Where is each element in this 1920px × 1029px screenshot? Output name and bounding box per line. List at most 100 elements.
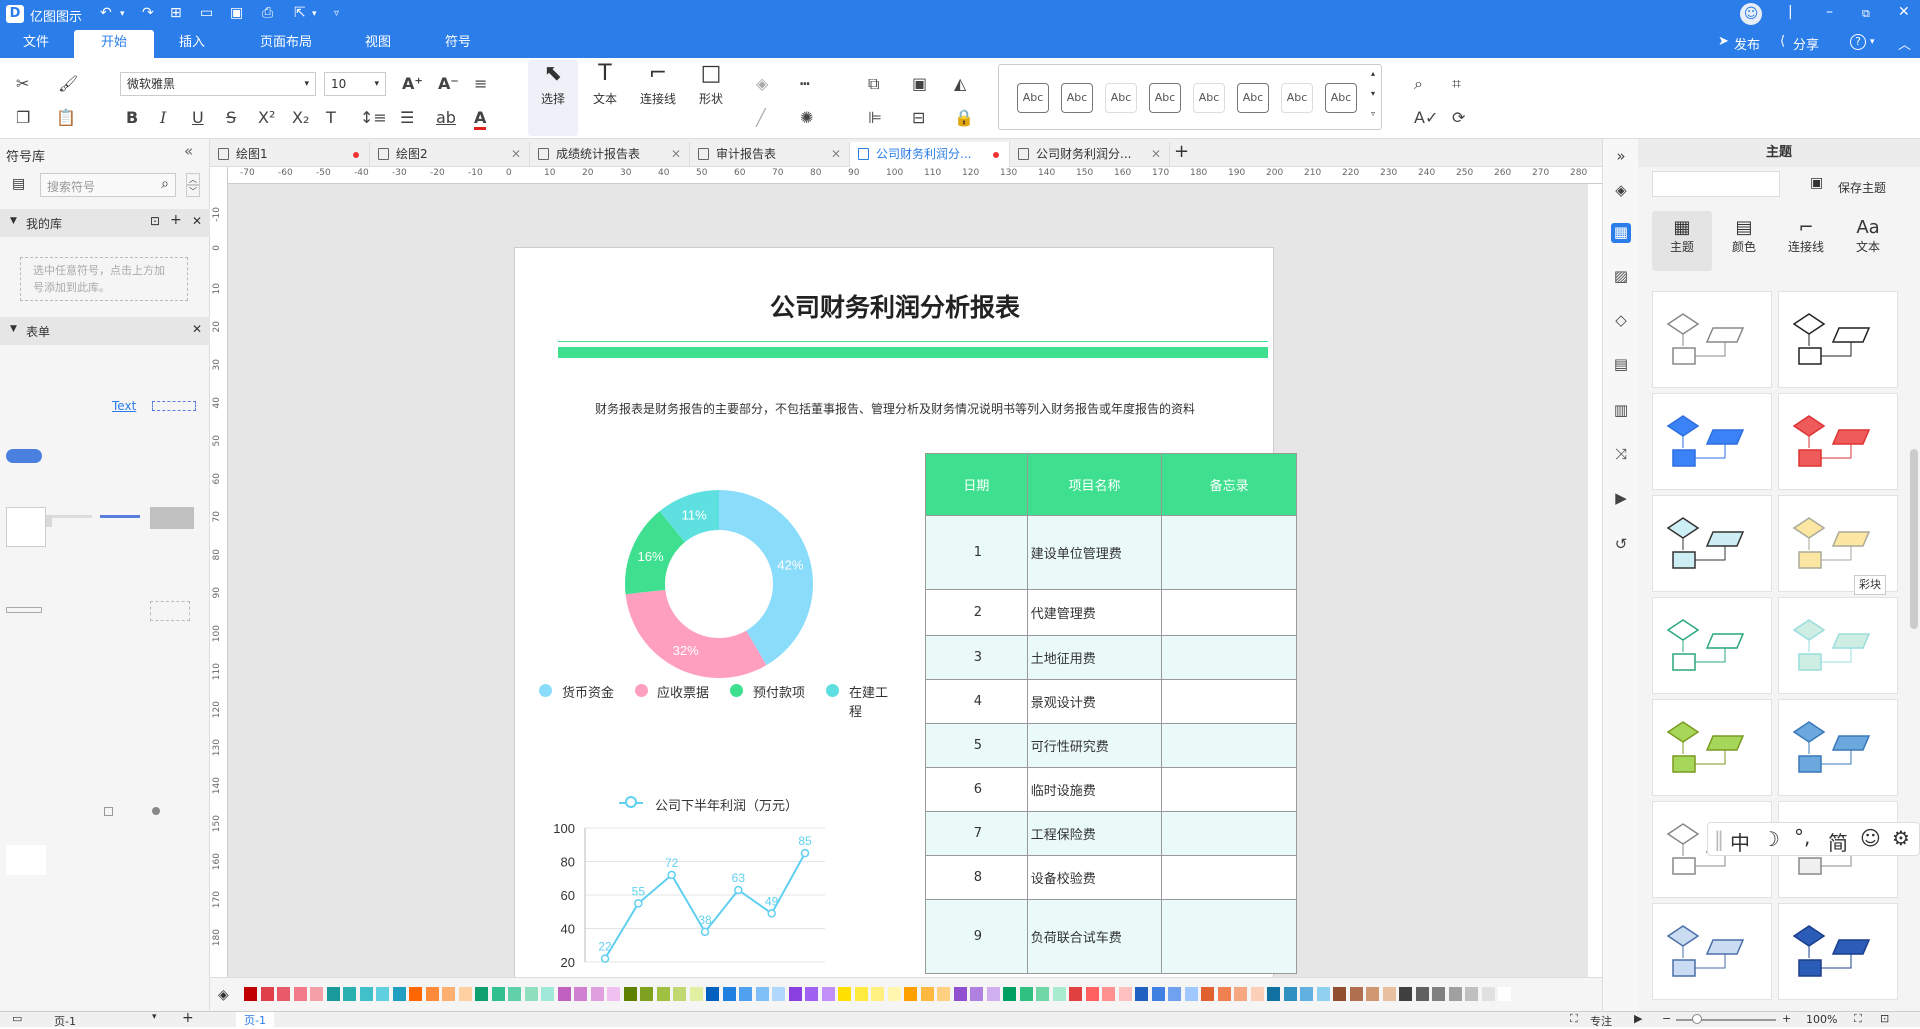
print-icon[interactable]: ⎙ — [262, 5, 273, 21]
strikethrough-icon[interactable]: S — [226, 108, 236, 127]
page-tab[interactable]: 页-1 — [236, 1012, 274, 1028]
palette-swatch[interactable] — [310, 987, 323, 1001]
table-row[interactable]: 3 土地征用费 — [925, 635, 1297, 680]
palette-swatch[interactable] — [706, 987, 719, 1001]
palette-swatch[interactable] — [376, 987, 389, 1001]
table-cell[interactable] — [1161, 899, 1297, 974]
palette-swatch[interactable] — [359, 987, 373, 1001]
palette-swatch[interactable] — [772, 987, 785, 1001]
palette-swatch[interactable] — [409, 987, 422, 1001]
palette-swatch[interactable] — [1052, 987, 1066, 1001]
tab-view[interactable]: 视图 — [350, 30, 406, 58]
table-cell[interactable]: 代建管理费 — [1026, 589, 1163, 636]
gallery-up-icon[interactable]: ▴ — [1371, 69, 1375, 78]
table-cell[interactable]: 2 — [925, 589, 1028, 636]
theme-scrollbar[interactable] — [1910, 449, 1918, 629]
drawing-canvas[interactable]: 公司财务利润分析报表 财务报表是财务报告的主要部分，不包括董事报告、管理分析及财… — [228, 184, 1588, 977]
save-icon[interactable]: ▣ — [1810, 175, 1823, 191]
shape-tool-button[interactable]: □ 形状 — [686, 60, 736, 107]
zoom-level[interactable]: 100% — [1806, 1013, 1837, 1026]
image-icon[interactable]: ▨ — [1611, 267, 1631, 287]
connector-tool-button[interactable]: ⌐ 连接线 — [630, 60, 686, 107]
table-cell[interactable]: 临时设施费 — [1026, 767, 1163, 812]
line-spacing-icon[interactable]: ↕≡ — [360, 108, 387, 127]
palette-swatch[interactable] — [1201, 987, 1214, 1001]
document-title[interactable]: 公司财务利润分析报表 — [515, 288, 1275, 324]
table-row[interactable]: 4 景观设计费 — [925, 679, 1297, 724]
fill-icon[interactable]: ◈ — [756, 74, 768, 93]
customize-icon[interactable]: ▿ — [334, 8, 339, 19]
palette-swatch[interactable] — [1498, 987, 1511, 1001]
table-cell[interactable]: 负荷联合试车费 — [1026, 899, 1163, 974]
open-folder-icon[interactable]: ▭ — [200, 5, 213, 21]
publish-button[interactable]: 发布 — [1734, 34, 1760, 53]
moon-icon[interactable]: ☽ — [1762, 827, 1780, 851]
minimize-icon[interactable]: – — [1826, 4, 1833, 20]
fill-bucket-icon[interactable]: ◈ — [1611, 181, 1631, 201]
table-cell[interactable] — [1161, 855, 1297, 900]
document-page[interactable]: 公司财务利润分析报表 财务报表是财务报告的主要部分，不包括董事报告、管理分析及财… — [514, 247, 1297, 977]
new-file-icon[interactable]: ⊞ — [170, 5, 182, 21]
table-cell[interactable]: 土地征用费 — [1026, 635, 1163, 680]
logo-symbol-icon[interactable] — [6, 449, 42, 463]
decrease-font-icon[interactable]: A⁻ — [438, 74, 459, 93]
distribute-icon[interactable]: ⊟ — [912, 108, 925, 127]
palette-swatch[interactable] — [1300, 987, 1313, 1001]
presentation-icon[interactable]: ▶ — [1611, 489, 1631, 509]
redo-icon[interactable]: ↷ — [142, 5, 154, 21]
zoom-in-icon[interactable]: + — [1782, 1012, 1791, 1025]
import-icon[interactable]: ⊡ — [150, 214, 160, 228]
radio-symbol-icon[interactable] — [152, 807, 160, 815]
palette-swatch[interactable] — [524, 987, 538, 1001]
palette-swatch[interactable] — [887, 987, 901, 1001]
palette-swatch[interactable] — [854, 987, 868, 1001]
fill-icon[interactable]: ◈ — [218, 987, 229, 1003]
gallery-more-icon[interactable]: ▿ — [1371, 109, 1375, 118]
chevron-down-icon[interactable]: ▾ — [152, 1012, 157, 1022]
palette-swatch[interactable] — [293, 987, 307, 1001]
line-color-icon[interactable]: ╱ — [756, 108, 766, 127]
zoom-slider[interactable] — [1676, 1019, 1776, 1021]
palette-swatch[interactable] — [1102, 987, 1115, 1001]
theme-thumbnail[interactable] — [1652, 495, 1772, 592]
library-menu-icon[interactable]: ▤ — [12, 176, 25, 192]
italic-icon[interactable]: I — [160, 108, 166, 127]
theme-tab-color[interactable]: ▤ 颜色 — [1714, 211, 1774, 271]
palette-swatch[interactable] — [953, 987, 967, 1001]
palette-swatch[interactable] — [1003, 987, 1016, 1001]
settings-icon[interactable]: ⚙ — [1892, 826, 1910, 850]
spellcheck-icon[interactable]: A✓ — [1414, 108, 1438, 127]
doc-tab[interactable]: 绘图1 — [210, 142, 370, 167]
palette-swatch[interactable] — [1085, 987, 1099, 1001]
help-button[interactable]: ? — [1850, 34, 1866, 50]
table-row[interactable]: 2 代建管理费 — [925, 589, 1297, 636]
palette-swatch[interactable] — [1151, 987, 1165, 1001]
palette-swatch[interactable] — [1118, 987, 1132, 1001]
palette-swatch[interactable] — [458, 987, 472, 1001]
palette-swatch[interactable] — [1399, 987, 1412, 1001]
palette-swatch[interactable] — [1184, 987, 1198, 1001]
undo-icon[interactable]: ↶ — [100, 5, 112, 21]
palette-swatch[interactable] — [343, 987, 356, 1001]
palette-swatch[interactable] — [392, 987, 406, 1001]
palette-swatch[interactable] — [1333, 987, 1346, 1001]
palette-swatch[interactable] — [805, 987, 818, 1001]
palette-swatch[interactable] — [904, 987, 917, 1001]
palette-swatch[interactable] — [1135, 987, 1148, 1001]
palette-swatch[interactable] — [1366, 987, 1379, 1001]
donut-chart[interactable]: 42% 32% 16% 11% — [619, 484, 819, 684]
table-cell[interactable]: 建设单位管理费 — [1026, 515, 1163, 590]
close-icon[interactable]: ✕ — [511, 142, 521, 166]
symbol-thumbnail[interactable] — [150, 601, 190, 621]
format-painter-icon[interactable]: 🖌 — [58, 74, 78, 93]
fit-icon[interactable]: ⛶ — [1570, 1012, 1578, 1026]
palette-swatch[interactable] — [1168, 987, 1181, 1001]
share-icon[interactable]: ⟨ — [1780, 34, 1785, 49]
palette-swatch[interactable] — [1267, 987, 1280, 1001]
palette-swatch[interactable] — [821, 987, 835, 1001]
tab-page-layout[interactable]: 页面布局 — [250, 30, 322, 58]
doc-tab[interactable]: 绘图2 ✕ — [370, 142, 530, 167]
lock-icon[interactable]: 🔒 — [954, 108, 974, 127]
font-highlight-icon[interactable]: ab — [436, 108, 456, 127]
collapse-ribbon-icon[interactable]: ︿ — [1898, 34, 1911, 53]
